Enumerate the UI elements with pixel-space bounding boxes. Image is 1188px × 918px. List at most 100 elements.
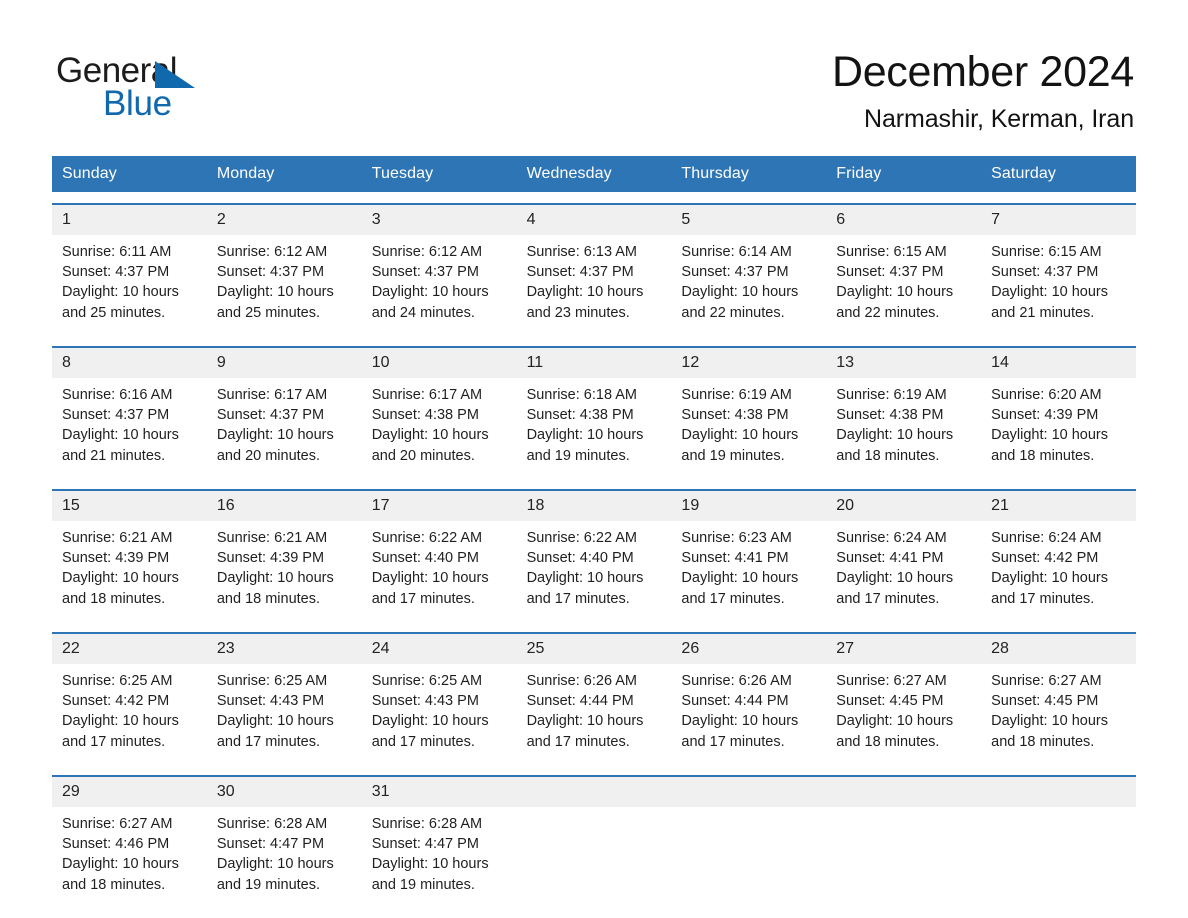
day-cell[interactable]: Sunrise: 6:14 AM Sunset: 4:37 PM Dayligh… [671, 235, 826, 335]
daylight-text-line2: and 17 minutes. [371, 733, 475, 750]
day-cell[interactable]: Sunrise: 6:17 AM Sunset: 4:38 PM Dayligh… [362, 378, 517, 478]
day-cell[interactable]: Sunrise: 6:22 AM Sunset: 4:40 PM Dayligh… [362, 521, 517, 621]
day-number[interactable]: 30 [207, 777, 362, 807]
day-cell[interactable]: Sunrise: 6:19 AM Sunset: 4:38 PM Dayligh… [671, 378, 826, 478]
day-number[interactable]: 18 [517, 491, 672, 521]
sunset-text: Sunset: 4:43 PM [371, 693, 479, 710]
day-number[interactable]: 28 [981, 634, 1136, 664]
day-number[interactable]: 13 [826, 348, 981, 378]
day-cell[interactable]: Sunrise: 6:28 AM Sunset: 4:47 PM Dayligh… [207, 807, 362, 907]
day-number[interactable]: 27 [826, 634, 981, 664]
day-number[interactable]: 5 [671, 205, 826, 235]
day-number[interactable]: 3 [362, 205, 517, 235]
sunrise-text: Sunrise: 6:26 AM [526, 673, 637, 690]
day-number[interactable]: 21 [981, 491, 1136, 521]
day-number[interactable]: 4 [517, 205, 672, 235]
daylight-text-line1: Daylight: 10 hours [681, 284, 799, 301]
daylight-text-line1: Daylight: 10 hours [216, 284, 334, 301]
sunrise-text: Sunrise: 6:26 AM [681, 673, 792, 690]
day-cell[interactable]: Sunrise: 6:13 AM Sunset: 4:37 PM Dayligh… [517, 235, 672, 335]
day-number[interactable]: 7 [981, 205, 1136, 235]
calendar-week-row: 29 30 31 Sunrise: 6:27 AM Sunset: 4:46 P… [52, 775, 1136, 908]
sunrise-text: Sunrise: 6:14 AM [681, 244, 792, 261]
day-number[interactable]: 23 [207, 634, 362, 664]
day-number[interactable]: 26 [671, 634, 826, 664]
day-cell[interactable]: Sunrise: 6:25 AM Sunset: 4:43 PM Dayligh… [207, 664, 362, 764]
daylight-text-line2: and 17 minutes. [526, 590, 630, 607]
sunrise-text: Sunrise: 6:15 AM [991, 244, 1102, 261]
day-cell[interactable]: Sunrise: 6:12 AM Sunset: 4:37 PM Dayligh… [362, 235, 517, 335]
day-cell[interactable]: Sunrise: 6:15 AM Sunset: 4:37 PM Dayligh… [826, 235, 981, 335]
day-cell[interactable]: Sunrise: 6:27 AM Sunset: 4:45 PM Dayligh… [981, 664, 1136, 764]
daylight-text-line1: Daylight: 10 hours [371, 427, 489, 444]
sunrise-text: Sunrise: 6:25 AM [62, 673, 173, 690]
sunset-text: Sunset: 4:47 PM [216, 836, 325, 853]
day-number[interactable]: 14 [981, 348, 1136, 378]
calendar-grid: Sunday Monday Tuesday Wednesday Thursday… [52, 156, 1136, 908]
sunset-text: Sunset: 4:38 PM [681, 407, 789, 424]
day-number[interactable]: 17 [362, 491, 517, 521]
day-cell[interactable]: Sunrise: 6:15 AM Sunset: 4:37 PM Dayligh… [981, 235, 1136, 335]
week-detail-row: Sunrise: 6:16 AM Sunset: 4:37 PM Dayligh… [52, 378, 1136, 479]
week-date-band: 22 23 24 25 26 27 28 [52, 634, 1136, 665]
sunrise-text: Sunrise: 6:19 AM [681, 387, 792, 404]
day-cell[interactable]: Sunrise: 6:28 AM Sunset: 4:47 PM Dayligh… [362, 807, 517, 907]
day-cell[interactable]: Sunrise: 6:21 AM Sunset: 4:39 PM Dayligh… [207, 521, 362, 621]
brand-logo[interactable]: General Blue [56, 48, 246, 122]
day-cell[interactable]: Sunrise: 6:11 AM Sunset: 4:37 PM Dayligh… [52, 235, 207, 335]
daylight-text-line2: and 19 minutes. [526, 447, 630, 464]
day-number[interactable]: 29 [52, 777, 207, 807]
daylight-text-line1: Daylight: 10 hours [216, 856, 334, 873]
daylight-text-line1: Daylight: 10 hours [216, 713, 334, 730]
day-cell[interactable]: Sunrise: 6:22 AM Sunset: 4:40 PM Dayligh… [517, 521, 672, 621]
sunset-text: Sunset: 4:46 PM [62, 836, 170, 853]
day-number[interactable]: 25 [517, 634, 672, 664]
day-number[interactable]: 11 [517, 348, 672, 378]
daylight-text-line2: and 18 minutes. [991, 447, 1095, 464]
day-cell[interactable]: Sunrise: 6:21 AM Sunset: 4:39 PM Dayligh… [52, 521, 207, 621]
day-number[interactable]: 20 [826, 491, 981, 521]
day-cell[interactable]: Sunrise: 6:27 AM Sunset: 4:45 PM Dayligh… [826, 664, 981, 764]
daylight-text-line2: and 17 minutes. [836, 590, 940, 607]
day-cell[interactable]: Sunrise: 6:17 AM Sunset: 4:37 PM Dayligh… [207, 378, 362, 478]
day-cell[interactable]: Sunrise: 6:26 AM Sunset: 4:44 PM Dayligh… [517, 664, 672, 764]
day-number[interactable]: 1 [52, 205, 207, 235]
day-cell[interactable]: Sunrise: 6:25 AM Sunset: 4:42 PM Dayligh… [52, 664, 207, 764]
day-cell[interactable]: Sunrise: 6:27 AM Sunset: 4:46 PM Dayligh… [52, 807, 207, 907]
day-number[interactable]: 8 [52, 348, 207, 378]
day-number[interactable]: 2 [207, 205, 362, 235]
title-block: December 2024 Narmashir, Kerman, Iran [832, 48, 1134, 134]
daylight-text-line2: and 18 minutes. [62, 590, 166, 607]
day-cell[interactable]: Sunrise: 6:25 AM Sunset: 4:43 PM Dayligh… [362, 664, 517, 764]
day-number[interactable]: 10 [362, 348, 517, 378]
sunrise-text: Sunrise: 6:27 AM [836, 673, 947, 690]
day-cell[interactable]: Sunrise: 6:16 AM Sunset: 4:37 PM Dayligh… [52, 378, 207, 478]
sunrise-text: Sunrise: 6:12 AM [371, 244, 483, 261]
daylight-text-line2: and 19 minutes. [371, 876, 475, 893]
day-cell[interactable]: Sunrise: 6:19 AM Sunset: 4:38 PM Dayligh… [826, 378, 981, 478]
day-cell[interactable]: Sunrise: 6:23 AM Sunset: 4:41 PM Dayligh… [671, 521, 826, 621]
day-number[interactable]: 9 [207, 348, 362, 378]
day-number-empty [671, 777, 826, 807]
day-cell[interactable]: Sunrise: 6:24 AM Sunset: 4:41 PM Dayligh… [826, 521, 981, 621]
day-number[interactable]: 6 [826, 205, 981, 235]
day-number[interactable]: 15 [52, 491, 207, 521]
day-cell[interactable]: Sunrise: 6:26 AM Sunset: 4:44 PM Dayligh… [671, 664, 826, 764]
week-detail-row: Sunrise: 6:21 AM Sunset: 4:39 PM Dayligh… [52, 521, 1136, 622]
day-number[interactable]: 12 [671, 348, 826, 378]
day-cell[interactable]: Sunrise: 6:12 AM Sunset: 4:37 PM Dayligh… [207, 235, 362, 335]
day-number[interactable]: 16 [207, 491, 362, 521]
day-number[interactable]: 31 [362, 777, 517, 807]
day-number[interactable]: 19 [671, 491, 826, 521]
daylight-text-line1: Daylight: 10 hours [991, 427, 1109, 444]
day-cell[interactable]: Sunrise: 6:18 AM Sunset: 4:38 PM Dayligh… [517, 378, 672, 478]
day-number[interactable]: 22 [52, 634, 207, 664]
weekday-header-monday: Monday [216, 165, 275, 182]
daylight-text-line1: Daylight: 10 hours [371, 856, 489, 873]
weekday-header-friday: Friday [836, 165, 882, 182]
day-number[interactable]: 24 [362, 634, 517, 664]
day-cell-empty [981, 807, 1136, 907]
day-cell-empty [826, 807, 981, 907]
day-cell[interactable]: Sunrise: 6:24 AM Sunset: 4:42 PM Dayligh… [981, 521, 1136, 621]
day-cell[interactable]: Sunrise: 6:20 AM Sunset: 4:39 PM Dayligh… [981, 378, 1136, 478]
